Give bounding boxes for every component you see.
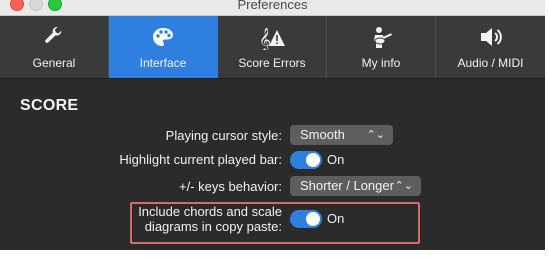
speaker-icon [436, 26, 545, 48]
keys-behavior-label: +/- keys behavior: [179, 179, 282, 194]
tab-score-errors-label: Score Errors [238, 56, 306, 70]
interface-settings-panel: SCORE Playing cursor style: Smooth ⌃⌄ Hi… [0, 79, 545, 250]
include-chords-toggle[interactable] [290, 210, 322, 228]
tab-my-info-label: My info [361, 56, 401, 70]
updown-chevron-icon: ⌃⌄ [366, 129, 385, 141]
tab-interface[interactable]: Interface [109, 16, 218, 78]
cursor-style-label: Playing cursor style: [165, 128, 282, 143]
highlight-bar-state: On [327, 152, 345, 167]
updown-chevron-icon: ⌃⌄ [394, 180, 413, 192]
keys-behavior-value: Shorter / Longer [300, 178, 394, 193]
tab-general-label: General [32, 56, 76, 70]
tab-interface-label: Interface [139, 56, 187, 70]
wrench-icon [0, 26, 108, 48]
highlight-bar-toggle[interactable] [290, 151, 322, 169]
tab-audio-midi[interactable]: Audio / MIDI [436, 16, 545, 78]
toggle-knob [306, 212, 320, 226]
cursor-style-value: Smooth [300, 127, 345, 142]
toggle-knob [306, 153, 320, 167]
tab-general[interactable]: General [0, 16, 109, 78]
palette-icon [109, 26, 217, 50]
tab-my-info[interactable]: My info [327, 16, 436, 78]
preferences-window: Preferences General Interface 𝄞 Score Er… [0, 0, 545, 250]
guitarist-icon [327, 26, 435, 50]
tab-score-errors[interactable]: 𝄞 Score Errors [218, 16, 327, 78]
section-title: SCORE [20, 97, 79, 114]
highlight-bar-label: Highlight current played bar: [119, 152, 282, 167]
tab-audio-midi-label: Audio / MIDI [457, 56, 524, 70]
include-chords-label-line2: diagrams in copy paste: [144, 219, 282, 234]
preferences-tabbar: General Interface 𝄞 Score Errors My info… [0, 16, 545, 79]
include-chords-state: On [327, 211, 345, 226]
cursor-style-select[interactable]: Smooth ⌃⌄ [290, 125, 393, 145]
clef-warning-icon: 𝄞 [218, 26, 326, 50]
include-chords-label-line1: Include chords and scale [138, 204, 282, 219]
title-bar: Preferences [0, 0, 545, 16]
include-chords-label: Include chords and scale diagrams in cop… [138, 204, 282, 234]
svg-text:𝄞: 𝄞 [259, 27, 271, 50]
window-title: Preferences [237, 0, 308, 12]
keys-behavior-select[interactable]: Shorter / Longer ⌃⌄ [290, 176, 421, 196]
